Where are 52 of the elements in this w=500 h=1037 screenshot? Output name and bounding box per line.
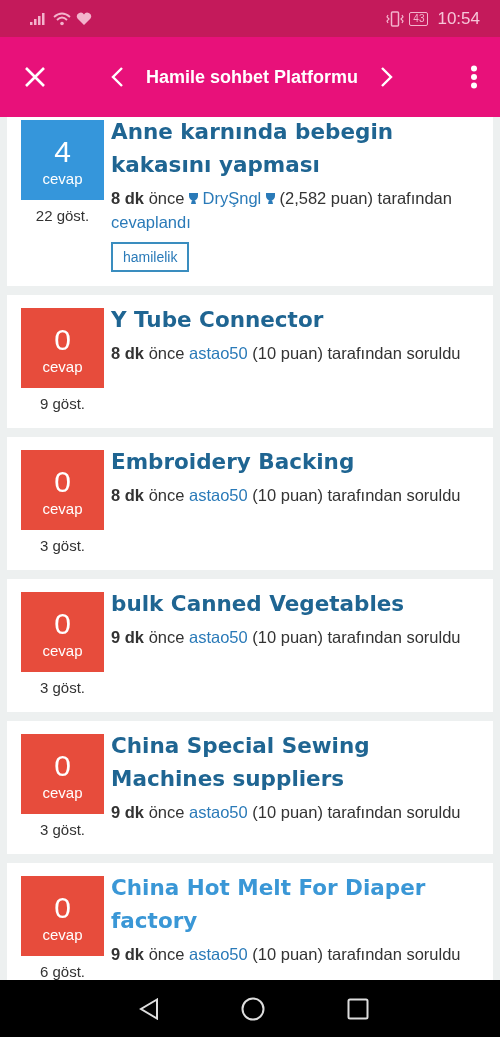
question-meta: 9 dk önce astao50 (10 puan) tarafından soruldu (111, 802, 461, 823)
answer-number: 0 (54, 605, 71, 642)
answer-label: cevap (42, 499, 83, 517)
user-link[interactable]: astao50 (189, 945, 248, 963)
user-link[interactable]: DryŞngl (202, 189, 262, 207)
page-title: Hamile sohbet Platformu (146, 66, 359, 88)
tag-chip[interactable]: hamilelik (111, 242, 190, 272)
answer-number: 0 (54, 321, 71, 358)
view-count: 9 göst. (40, 395, 85, 412)
recents-icon[interactable] (347, 997, 369, 1020)
view-count: 22 göst. (35, 207, 90, 224)
heart-icon (76, 11, 92, 26)
question-meta: 8 dk önce astao50 (10 puan) tarafından soruldu (111, 343, 461, 364)
question-title[interactable]: Embroidery Backing (111, 445, 355, 478)
answer-number: 0 (54, 747, 71, 784)
kebab-menu-icon (470, 65, 478, 89)
question-meta: 9 dk önce astao50 (10 puan) tarafından soruldu (111, 627, 461, 648)
view-count: 3 göst. (40, 821, 85, 838)
question-title[interactable]: China Hot Melt For Diaper factory (111, 871, 479, 937)
answered-link[interactable]: cevaplandı (111, 213, 191, 231)
question-meta: 9 dk önce astao50 (10 puan) tarafından soruldu (111, 944, 461, 965)
answer-label: cevap (42, 783, 83, 801)
wifi-icon (53, 11, 71, 26)
question-title[interactable]: bulk Canned Vegetables (111, 587, 405, 620)
chevron-right-icon (380, 66, 395, 88)
close-icon (24, 66, 46, 88)
vibrate-icon (386, 10, 405, 27)
view-count: 3 göst. (40, 679, 85, 696)
clock: 10:54 (437, 8, 480, 29)
answer-number: 0 (54, 889, 71, 926)
signal-icon (30, 12, 48, 25)
answer-label: cevap (42, 169, 83, 187)
back-icon[interactable] (139, 997, 159, 1020)
user-link[interactable]: astao50 (189, 344, 248, 362)
answer-number: 4 (54, 133, 71, 170)
home-icon[interactable] (241, 996, 265, 1021)
answer-label: cevap (42, 641, 83, 659)
user-link[interactable]: astao50 (189, 486, 248, 504)
answer-label: cevap (42, 925, 83, 943)
user-link[interactable]: astao50 (189, 803, 248, 821)
question-meta: 8 dk önce DryŞngl (2,582 puan) tarafından cevaplandı (111, 188, 453, 233)
view-count: 6 göst. (40, 963, 85, 980)
answer-label: cevap (42, 357, 83, 375)
user-link[interactable]: astao50 (189, 628, 248, 646)
view-count: 3 göst. (40, 537, 85, 554)
question-title[interactable]: Y Tube Connector (111, 303, 324, 336)
battery-level: 43 (409, 11, 429, 26)
question-meta: 8 dk önce astao50 (10 puan) tarafından soruldu (111, 485, 461, 506)
chevron-left-icon (110, 66, 124, 88)
answer-number: 0 (54, 463, 71, 500)
question-title[interactable]: Anne karnında bebegin kakasını yapması (111, 117, 479, 181)
question-title[interactable]: China Special Sewing Machines suppliers (111, 729, 479, 795)
